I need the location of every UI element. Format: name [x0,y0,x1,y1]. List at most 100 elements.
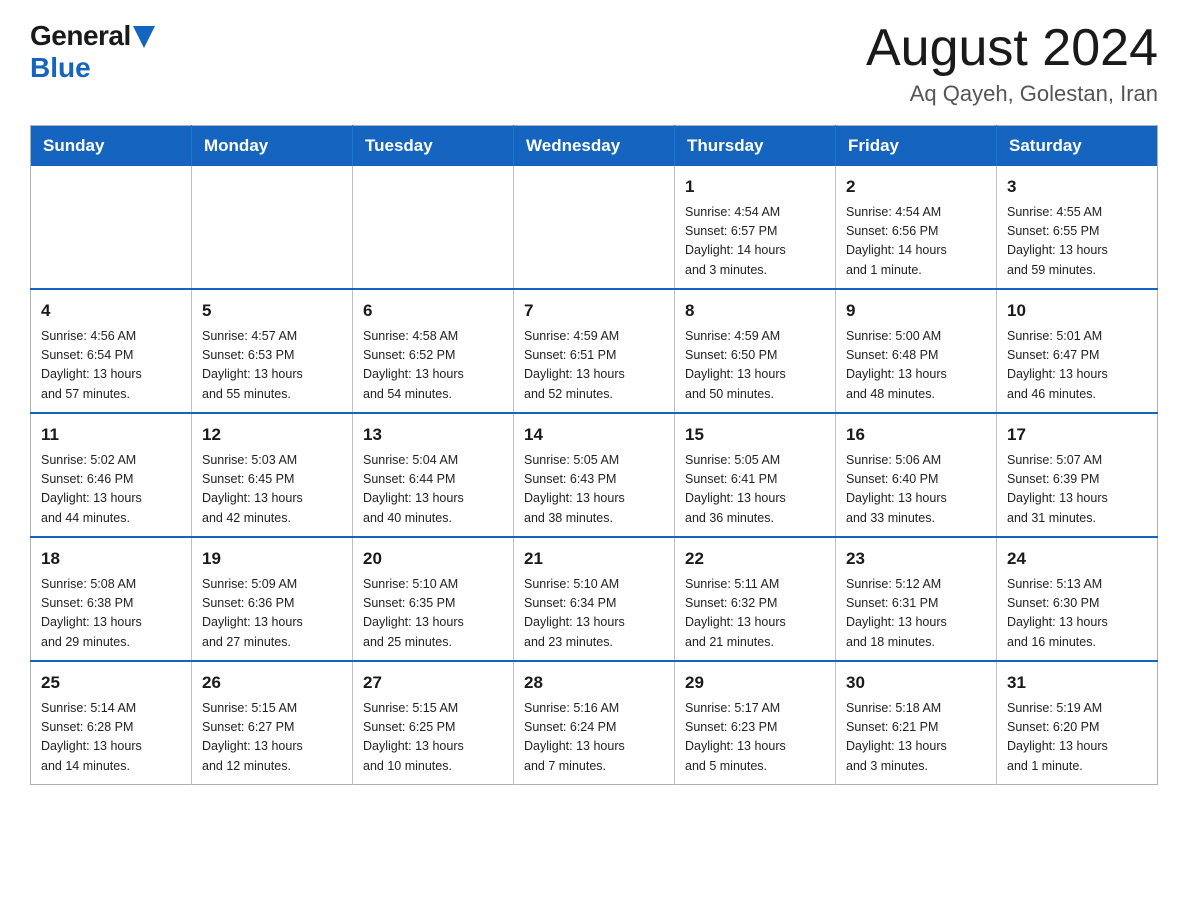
calendar-cell: 22 Sunrise: 5:11 AMSunset: 6:32 PMDayligh… [675,537,836,661]
day-number: 14 [524,422,664,448]
day-number: 6 [363,298,503,324]
location-title: Aq Qayeh, Golestan, Iran [866,81,1158,107]
day-number: 3 [1007,174,1147,200]
day-info: Sunrise: 5:08 AMSunset: 6:38 PMDaylight:… [41,575,181,653]
calendar-cell: 5 Sunrise: 4:57 AMSunset: 6:53 PMDaylight… [192,289,353,413]
calendar-cell: 1Sunrise: 4:54 AMSunset: 6:57 PMDaylight… [675,166,836,289]
calendar-cell: 20 Sunrise: 5:10 AMSunset: 6:35 PMDayligh… [353,537,514,661]
calendar-week-row: 18 Sunrise: 5:08 AMSunset: 6:38 PMDayligh… [31,537,1158,661]
calendar-cell: 30 Sunrise: 5:18 AMSunset: 6:21 PMDayligh… [836,661,997,785]
calendar-cell: 27 Sunrise: 5:15 AMSunset: 6:25 PMDayligh… [353,661,514,785]
calendar-cell: 24 Sunrise: 5:13 AMSunset: 6:30 PMDayligh… [997,537,1158,661]
calendar-cell: 15Sunrise: 5:05 AMSunset: 6:41 PMDayligh… [675,413,836,537]
month-title: August 2024 [866,20,1158,77]
day-number: 23 [846,546,986,572]
day-info: Sunrise: 5:09 AMSunset: 6:36 PMDaylight:… [202,575,342,653]
day-info: Sunrise: 5:01 AMSunset: 6:47 PMDaylight:… [1007,327,1147,405]
calendar-cell: 13 Sunrise: 5:04 AMSunset: 6:44 PMDayligh… [353,413,514,537]
day-info: Sunrise: 4:56 AMSunset: 6:54 PMDaylight:… [41,327,181,405]
title-area: August 2024 Aq Qayeh, Golestan, Iran [866,20,1158,107]
day-info: Sunrise: 4:58 AMSunset: 6:52 PMDaylight:… [363,327,503,405]
day-number: 18 [41,546,181,572]
day-info: Sunrise: 5:16 AMSunset: 6:24 PMDaylight:… [524,699,664,777]
day-info: Sunrise: 5:06 AMSunset: 6:40 PMDaylight:… [846,451,986,529]
day-number: 16 [846,422,986,448]
day-info: Sunrise: 5:02 AMSunset: 6:46 PMDaylight:… [41,451,181,529]
calendar-cell: 25 Sunrise: 5:14 AMSunset: 6:28 PMDayligh… [31,661,192,785]
calendar-cell: 31 Sunrise: 5:19 AMSunset: 6:20 PMDayligh… [997,661,1158,785]
day-number: 25 [41,670,181,696]
day-number: 21 [524,546,664,572]
calendar-cell: 6 Sunrise: 4:58 AMSunset: 6:52 PMDaylight… [353,289,514,413]
day-info: Sunrise: 5:15 AMSunset: 6:25 PMDaylight:… [363,699,503,777]
day-info: Sunrise: 4:55 AMSunset: 6:55 PMDaylight:… [1007,203,1147,281]
day-number: 26 [202,670,342,696]
day-info: Sunrise: 5:17 AMSunset: 6:23 PMDaylight:… [685,699,825,777]
day-info: Sunrise: 5:04 AMSunset: 6:44 PMDaylight:… [363,451,503,529]
header-thursday: Thursday [675,126,836,167]
day-info: Sunrise: 5:19 AMSunset: 6:20 PMDaylight:… [1007,699,1147,777]
day-number: 1 [685,174,825,200]
day-number: 5 [202,298,342,324]
day-number: 10 [1007,298,1147,324]
day-number: 20 [363,546,503,572]
calendar-cell: 17 Sunrise: 5:07 AMSunset: 6:39 PMDayligh… [997,413,1158,537]
header-saturday: Saturday [997,126,1158,167]
calendar-week-row: 1Sunrise: 4:54 AMSunset: 6:57 PMDaylight… [31,166,1158,289]
day-info: Sunrise: 4:57 AMSunset: 6:53 PMDaylight:… [202,327,342,405]
day-number: 29 [685,670,825,696]
day-info: Sunrise: 5:15 AMSunset: 6:27 PMDaylight:… [202,699,342,777]
day-number: 15 [685,422,825,448]
day-info: Sunrise: 5:05 AMSunset: 6:43 PMDaylight:… [524,451,664,529]
day-info: Sunrise: 5:10 AMSunset: 6:35 PMDaylight:… [363,575,503,653]
day-number: 8 [685,298,825,324]
day-number: 31 [1007,670,1147,696]
day-number: 24 [1007,546,1147,572]
header: General Blue August 2024 Aq Qayeh, Goles… [30,20,1158,107]
day-number: 30 [846,670,986,696]
day-number: 17 [1007,422,1147,448]
calendar-cell: 18 Sunrise: 5:08 AMSunset: 6:38 PMDayligh… [31,537,192,661]
day-number: 27 [363,670,503,696]
day-info: Sunrise: 5:18 AMSunset: 6:21 PMDaylight:… [846,699,986,777]
calendar-table: SundayMondayTuesdayWednesdayThursdayFrid… [30,125,1158,785]
calendar-cell: 7Sunrise: 4:59 AMSunset: 6:51 PMDaylight… [514,289,675,413]
header-sunday: Sunday [31,126,192,167]
header-wednesday: Wednesday [514,126,675,167]
calendar-cell: 23 Sunrise: 5:12 AMSunset: 6:31 PMDayligh… [836,537,997,661]
logo-general-text: General [30,20,131,52]
day-info: Sunrise: 5:13 AMSunset: 6:30 PMDaylight:… [1007,575,1147,653]
calendar-cell: 28 Sunrise: 5:16 AMSunset: 6:24 PMDayligh… [514,661,675,785]
calendar-cell: 21Sunrise: 5:10 AMSunset: 6:34 PMDayligh… [514,537,675,661]
day-number: 19 [202,546,342,572]
day-info: Sunrise: 5:03 AMSunset: 6:45 PMDaylight:… [202,451,342,529]
calendar-cell: 14 Sunrise: 5:05 AMSunset: 6:43 PMDayligh… [514,413,675,537]
day-number: 9 [846,298,986,324]
calendar-cell: 11 Sunrise: 5:02 AMSunset: 6:46 PMDayligh… [31,413,192,537]
calendar-cell: 2Sunrise: 4:54 AMSunset: 6:56 PMDaylight… [836,166,997,289]
calendar-cell [353,166,514,289]
day-info: Sunrise: 5:11 AMSunset: 6:32 PMDaylight:… [685,575,825,653]
calendar-cell [514,166,675,289]
day-number: 7 [524,298,664,324]
day-info: Sunrise: 5:07 AMSunset: 6:39 PMDaylight:… [1007,451,1147,529]
calendar-cell [192,166,353,289]
day-info: Sunrise: 5:00 AMSunset: 6:48 PMDaylight:… [846,327,986,405]
day-number: 2 [846,174,986,200]
calendar-cell: 8 Sunrise: 4:59 AMSunset: 6:50 PMDaylight… [675,289,836,413]
day-number: 22 [685,546,825,572]
day-number: 12 [202,422,342,448]
calendar-week-row: 4Sunrise: 4:56 AMSunset: 6:54 PMDaylight… [31,289,1158,413]
day-number: 28 [524,670,664,696]
day-info: Sunrise: 5:12 AMSunset: 6:31 PMDaylight:… [846,575,986,653]
day-number: 13 [363,422,503,448]
calendar-cell: 10 Sunrise: 5:01 AMSunset: 6:47 PMDayligh… [997,289,1158,413]
day-info: Sunrise: 5:14 AMSunset: 6:28 PMDaylight:… [41,699,181,777]
header-monday: Monday [192,126,353,167]
calendar-week-row: 25 Sunrise: 5:14 AMSunset: 6:28 PMDayligh… [31,661,1158,785]
day-info: Sunrise: 4:59 AMSunset: 6:50 PMDaylight:… [685,327,825,405]
day-number: 11 [41,422,181,448]
calendar-cell: 9 Sunrise: 5:00 AMSunset: 6:48 PMDaylight… [836,289,997,413]
logo-blue-text: Blue [30,52,91,84]
logo-triangle-icon [133,26,155,48]
